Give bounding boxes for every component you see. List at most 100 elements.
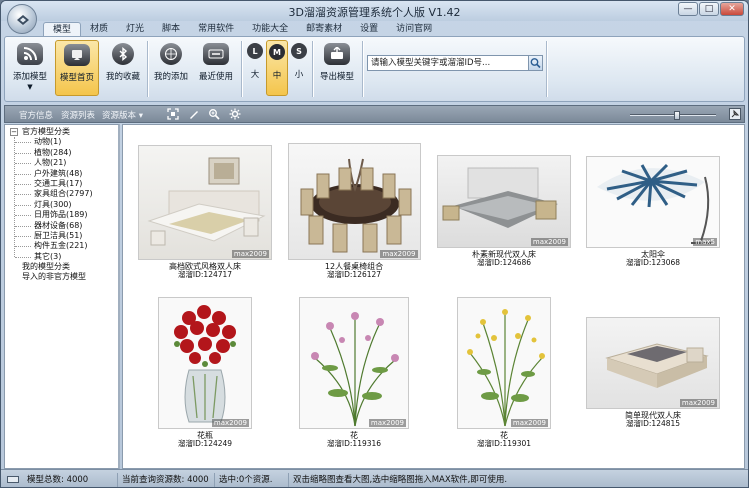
model-card[interactable]: max2009 朴素新现代双人床 溜溜ID:124686 xyxy=(429,155,579,267)
model-id: 溜溜ID:124249 xyxy=(177,439,233,448)
model-id: 溜溜ID:123068 xyxy=(625,258,681,267)
zoom-slider[interactable] xyxy=(630,111,716,120)
tab-light[interactable]: 灯光 xyxy=(117,22,153,36)
tree-node-people[interactable]: 人物(21) xyxy=(5,158,118,168)
tree-node-hardware[interactable]: 构件五金(221) xyxy=(5,241,118,251)
tab-visit-website[interactable]: 访问官网 xyxy=(387,22,441,36)
model-card[interactable]: max2009 高档欧式风格双人床 溜溜ID:124717 xyxy=(130,145,280,279)
model-thumbnail[interactable]: max2009 xyxy=(437,155,571,248)
model-id: 溜溜ID:119301 xyxy=(476,439,532,448)
model-card[interactable]: max2009 花 溜溜ID:119316 xyxy=(279,297,429,448)
status-total-models: 模型总数: 4000 xyxy=(23,473,118,487)
tab-features[interactable]: 功能大全 xyxy=(243,22,297,36)
tree-branch-line xyxy=(15,173,31,175)
size-small-icon: S xyxy=(291,43,307,59)
maximize-button[interactable]: □ xyxy=(699,2,719,16)
size-large-button[interactable]: L 大 xyxy=(245,40,265,96)
search-button[interactable] xyxy=(528,55,543,71)
umbrella-image xyxy=(597,163,711,244)
tree-node-vehicle[interactable]: 交通工具(17) xyxy=(5,179,118,189)
model-thumbnail[interactable]: max2009 xyxy=(287,143,421,260)
tab-mail-assets[interactable]: 邮寄素材 xyxy=(297,22,351,36)
model-id: 溜溜ID:124717 xyxy=(177,270,233,279)
tree-node-bathroom[interactable]: 厨卫洁具(51) xyxy=(5,231,118,241)
ribbon-divider xyxy=(362,41,363,97)
ribbon-tabs: 模型 材质 灯光 脚本 常用软件 功能大全 邮寄素材 设置 访问官网 xyxy=(43,22,441,36)
pin-icon[interactable] xyxy=(729,108,741,120)
title-bar[interactable]: 3D溜溜资源管理系统个人版 V1.42 — □ ✕ xyxy=(1,1,748,21)
model-thumbnail[interactable]: max2009 xyxy=(158,297,252,429)
tree-branch-line xyxy=(15,152,31,154)
official-info-link[interactable]: 官方信息 xyxy=(19,109,53,121)
tree-node-label: 动物(1) xyxy=(34,137,62,147)
dining-table-image xyxy=(300,158,411,253)
model-card[interactable]: max2009 简单现代双人床 溜溜ID:124815 xyxy=(578,317,728,428)
tree-node-furniture[interactable]: 家具组合(2797) xyxy=(5,189,118,199)
app-menu-orb[interactable] xyxy=(7,4,37,34)
model-card[interactable]: max5 太阳伞 溜溜ID:123068 xyxy=(578,156,728,267)
size-medium-button[interactable]: M 中 xyxy=(266,40,288,96)
tab-model[interactable]: 模型 xyxy=(43,22,82,36)
status-hint: 双击缩略图查看大图,选中缩略图拖入MAX软件,即可使用. xyxy=(293,475,508,485)
watermark: max2009 xyxy=(679,399,717,407)
tab-settings[interactable]: 设置 xyxy=(351,22,387,36)
tab-script[interactable]: 脚本 xyxy=(153,22,189,36)
pen-icon[interactable] xyxy=(188,108,202,120)
bed-image xyxy=(605,343,709,388)
secondary-toolbar: 官方信息 资源列表 资源版本 ▾ xyxy=(4,105,745,123)
tab-common-software[interactable]: 常用软件 xyxy=(189,22,243,36)
tree-node-animal[interactable]: 动物(1) xyxy=(5,137,118,147)
model-thumbnail[interactable]: max5 xyxy=(586,156,720,248)
status-current-query: 当前查询资源数: 4000 xyxy=(118,473,215,487)
model-id: 溜溜ID:124686 xyxy=(476,258,532,267)
tree-node-plant[interactable]: 植物(284) xyxy=(5,148,118,158)
gear-icon[interactable] xyxy=(229,108,243,120)
tree-branch-line xyxy=(15,163,31,165)
model-thumbnail[interactable]: max2009 xyxy=(138,145,272,260)
zoom-in-icon[interactable] xyxy=(208,108,222,120)
export-icon xyxy=(324,43,350,65)
resource-version-dropdown[interactable]: 资源版本 ▾ xyxy=(102,109,143,121)
size-large-label: 大 xyxy=(250,70,260,80)
tree-node-equipment[interactable]: 器材设备(68) xyxy=(5,221,118,231)
tree-node-label: 厨卫洁具(51) xyxy=(34,230,83,240)
tree-node-label: 官方模型分类 xyxy=(22,127,70,136)
size-small-button[interactable]: S 小 xyxy=(289,40,309,96)
model-thumbnail[interactable]: max2009 xyxy=(586,317,720,409)
search-input[interactable]: 请输入模型关键字或溜溜ID号... xyxy=(367,55,543,71)
collapse-icon[interactable]: − xyxy=(10,128,18,136)
panel-toggle-icon[interactable] xyxy=(7,476,19,483)
zoom-slider-thumb[interactable] xyxy=(674,111,680,120)
my-favorites-button[interactable]: 我的收藏 xyxy=(103,40,143,96)
fit-view-icon[interactable] xyxy=(167,108,181,120)
watermark: max5 xyxy=(693,238,717,246)
tree-node-label: 其它(3) xyxy=(34,251,62,261)
status-selected: 选中:0个资源. xyxy=(215,473,289,487)
tree-node-my-models[interactable]: 我的模型分类 xyxy=(5,262,118,272)
my-added-button[interactable]: 我的添加 xyxy=(151,40,191,96)
ribbon-divider xyxy=(546,41,547,97)
model-thumbnail[interactable]: max2009 xyxy=(299,297,409,429)
tab-material[interactable]: 材质 xyxy=(81,22,117,36)
add-model-button[interactable]: 添加模型 ▼ xyxy=(9,40,51,96)
export-model-button[interactable]: 导出模型 xyxy=(315,40,359,96)
minimize-button[interactable]: — xyxy=(678,2,698,16)
tree-node-official[interactable]: − 官方模型分类 xyxy=(5,127,118,137)
window-title: 3D溜溜资源管理系统个人版 V1.42 xyxy=(288,6,461,19)
resource-list-link[interactable]: 资源列表 xyxy=(61,109,95,121)
tree-node-lamp[interactable]: 灯具(300) xyxy=(5,200,118,210)
tree-node-outdoor[interactable]: 户外建筑(48) xyxy=(5,169,118,179)
model-card[interactable]: max2009 花瓶 溜溜ID:124249 xyxy=(130,297,280,448)
model-home-button[interactable]: 模型首页 xyxy=(55,40,99,96)
model-card[interactable]: max2009 12人餐桌椅组合 溜溜ID:126127 xyxy=(279,143,429,279)
tree-node-imported[interactable]: 导入的非官方模型 xyxy=(5,272,118,282)
tree-node-decor[interactable]: 日用饰品(189) xyxy=(5,210,118,220)
close-button[interactable]: ✕ xyxy=(720,2,744,16)
model-card[interactable]: max2009 花 溜溜ID:119301 xyxy=(429,297,579,448)
watermark: max2009 xyxy=(380,250,418,258)
tree-branch-line xyxy=(15,142,31,144)
ribbon-divider xyxy=(147,41,148,97)
model-thumbnail[interactable]: max2009 xyxy=(457,297,551,429)
recent-used-button[interactable]: 最近使用 xyxy=(195,40,237,96)
tree-node-other[interactable]: 其它(3) xyxy=(5,252,118,262)
